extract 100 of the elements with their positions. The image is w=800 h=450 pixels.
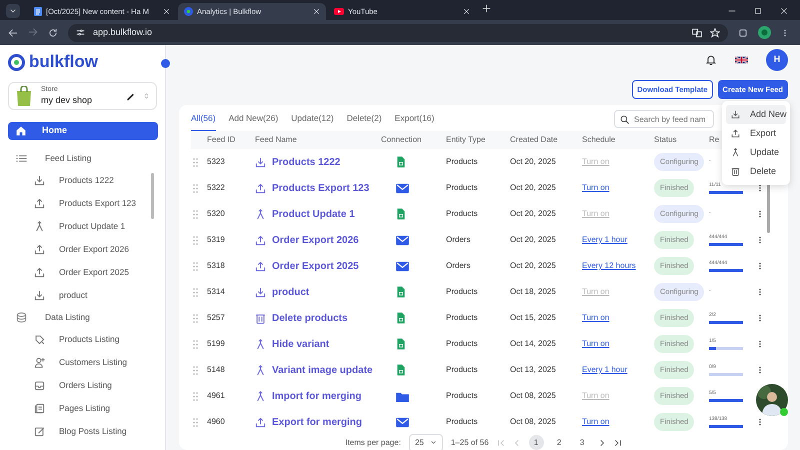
address-bar[interactable]: app.bulkflow.io	[68, 24, 728, 42]
table-cell-text: 5323	[206, 156, 226, 168]
sidebar-item[interactable]: Pages Listing	[8, 397, 157, 420]
forward-icon	[28, 27, 38, 38]
table-cell-text: 5257	[206, 312, 226, 324]
star-icon	[710, 28, 720, 38]
filter-tab[interactable]: Delete(2)	[346, 106, 382, 132]
table-cell-text: 5148	[206, 364, 226, 376]
table-cell-text: Products	[445, 208, 479, 220]
table-cell-text: 5319	[206, 234, 226, 246]
sidebar-item[interactable]: Orders Listing	[8, 374, 157, 397]
table-cell-text: Oct 13, 2025	[509, 364, 557, 376]
filter-tab[interactable]: Add New(26)	[228, 106, 278, 132]
store-name: my dev shop	[41, 94, 94, 106]
section-title: Data Listing	[45, 311, 90, 324]
table-cell-text: 4960	[206, 416, 226, 428]
column-header: Re	[709, 135, 720, 144]
home-icon	[16, 126, 26, 136]
extensions-icon	[738, 28, 748, 38]
progress-bar	[709, 398, 743, 402]
feed-name-link[interactable]: Export for merging	[272, 414, 362, 430]
table-cell-text: 5318	[206, 260, 226, 272]
url-text: app.bulkflow.io	[93, 26, 152, 39]
chevron-down-icon	[9, 7, 17, 15]
menu-item[interactable]: Delete	[726, 162, 786, 181]
menu-item[interactable]: Export	[726, 124, 786, 143]
user-avatar[interactable]: H	[766, 48, 788, 71]
table-cell-text: Oct 20, 2025	[509, 182, 557, 194]
table-cell-text: Oct 20, 2025	[509, 260, 557, 272]
progress-bar	[709, 242, 743, 246]
table-cell-text: Products	[445, 338, 479, 350]
column-header: Entity Type	[446, 135, 486, 144]
sidebar-item[interactable]: Blog Posts Listing	[8, 420, 157, 443]
restore-icon	[754, 7, 762, 15]
items-per-page-label: Items per page:	[345, 436, 401, 448]
page-button[interactable]: 1	[528, 435, 544, 450]
menu-item[interactable]: Add New	[726, 105, 786, 124]
filter-tab[interactable]: Update(12)	[291, 106, 334, 132]
tab-search-button[interactable]	[6, 4, 20, 18]
feed-name-link[interactable]: Import for merging	[272, 388, 362, 404]
progress-bar	[709, 346, 743, 350]
close-icon	[463, 8, 470, 15]
table-cell-text: Oct 18, 2025	[509, 286, 557, 298]
sidebar-item[interactable]: Order Export 2025	[8, 261, 157, 284]
sidebar-item[interactable]: Products Export 123	[8, 192, 157, 215]
table-cell-text: Orders	[445, 234, 472, 246]
sidebar-item[interactable]: Products Listing	[8, 328, 157, 351]
section-title: Feed Listing	[45, 152, 92, 165]
table-cell-text: Oct 20, 2025	[509, 208, 557, 220]
page-button[interactable]: 2	[552, 435, 567, 450]
page-size-select[interactable]: 25	[408, 434, 443, 450]
column-header: Schedule	[582, 135, 616, 144]
sidebar-item[interactable]: product	[8, 284, 157, 307]
feed-name-link[interactable]: Products Export 123	[272, 180, 370, 196]
sidebar-item[interactable]: Customers Listing	[8, 351, 157, 374]
schedule-link[interactable]: Turn on	[582, 183, 610, 192]
table-cell-text: Oct 08, 2025	[509, 390, 557, 402]
table-cell-text: 5322	[206, 182, 226, 194]
sidebar-item[interactable]: Products 1222	[8, 169, 157, 192]
filter-tab[interactable]: Export(16)	[394, 106, 434, 132]
table-cell-text: Orders	[445, 260, 472, 272]
progress-bar	[709, 190, 743, 194]
feed-name-link[interactable]: Hide variant	[272, 336, 330, 352]
column-header: Connection	[381, 135, 422, 144]
column-header: Feed ID	[207, 135, 236, 144]
feed-name-link[interactable]: Order Export 2026	[272, 232, 359, 248]
feed-name-link[interactable]: Product Update 1	[272, 206, 355, 222]
feed-name-link[interactable]: Delete products	[272, 310, 348, 326]
table-cell-text: Oct 15, 2025	[509, 312, 557, 324]
profile-icon[interactable]	[758, 26, 771, 39]
flag-icon[interactable]	[735, 56, 748, 64]
schedule-link[interactable]: Every 1 hour	[582, 365, 628, 374]
chevron-down-icon	[430, 439, 437, 446]
menu-item[interactable]: Update	[726, 143, 786, 162]
first-page-icon	[496, 438, 505, 446]
home-nav-item[interactable]: Home	[8, 122, 158, 140]
schedule-link[interactable]: Turn on	[582, 313, 610, 322]
schedule-link[interactable]: Every 1 hour	[582, 235, 628, 244]
search-field[interactable]: Search by feed nam	[614, 110, 714, 128]
schedule-link[interactable]: Every 12 hours	[582, 261, 636, 270]
page-button[interactable]: 3	[574, 435, 590, 450]
table-cell-text: Products	[445, 286, 479, 298]
table-cell-text: Products	[445, 156, 479, 168]
schedule-link[interactable]: Turn on	[582, 417, 610, 426]
column-header: Status	[654, 135, 677, 144]
feed-name-link[interactable]: Order Export 2025	[272, 258, 359, 274]
table-cell-text: Products	[445, 390, 479, 402]
sidebar-item[interactable]: Order Export 2026	[8, 238, 157, 261]
feed-name-link[interactable]: Products 1222	[272, 154, 340, 170]
last-page-icon	[614, 438, 622, 446]
progress-bar	[709, 424, 743, 428]
previous-icon	[512, 438, 521, 446]
sidebar-item[interactable]: Product Update 1	[8, 215, 157, 238]
feed-name-link[interactable]: product	[272, 284, 310, 300]
feed-name-link[interactable]: Variant image update	[272, 362, 373, 378]
schedule-link[interactable]: Turn on	[582, 339, 610, 348]
close-icon	[163, 8, 170, 15]
bell-icon	[705, 54, 717, 66]
back-icon	[8, 28, 18, 38]
collapse-button[interactable]	[161, 59, 170, 68]
